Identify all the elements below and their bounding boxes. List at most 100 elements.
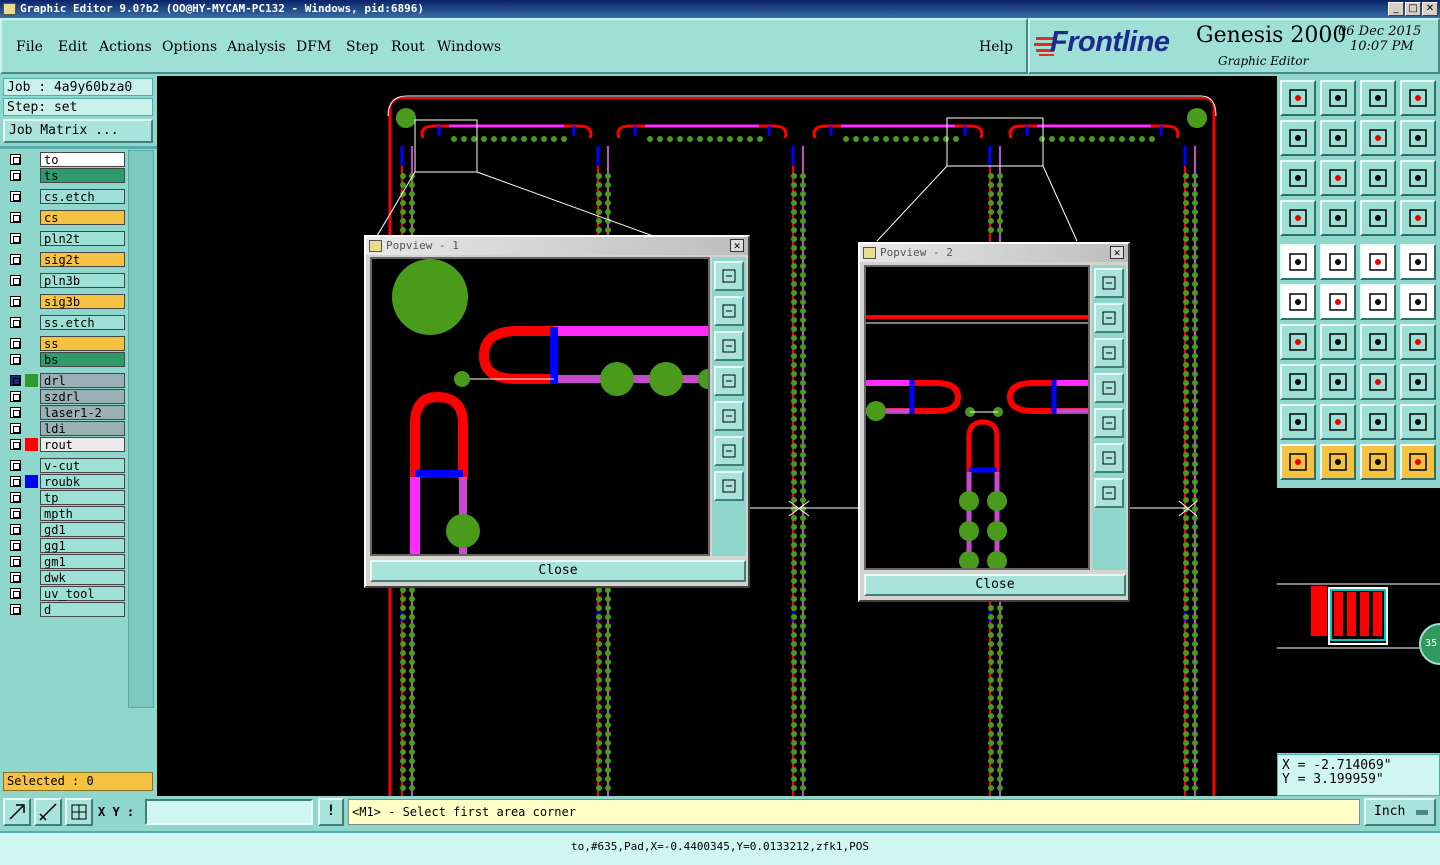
triangle-icon[interactable]: [1280, 404, 1316, 440]
pad-icon[interactable]: [1280, 244, 1316, 280]
reverse-icon[interactable]: [1360, 120, 1396, 156]
layer-name[interactable]: gg1: [40, 538, 125, 553]
layer-row-gm1[interactable]: gm1: [7, 554, 125, 569]
layer-name[interactable]: roubk: [40, 474, 125, 489]
layer-checkbox[interactable]: [10, 460, 21, 471]
vector-icon[interactable]: [1320, 244, 1356, 280]
layer-name[interactable]: mpth: [40, 506, 125, 521]
alert-icon[interactable]: !: [318, 798, 344, 826]
arch-alt-icon[interactable]: [1400, 404, 1436, 440]
pointer-icon[interactable]: [1280, 444, 1316, 480]
layer-row-gg1[interactable]: gg1: [7, 538, 125, 553]
layer-checkbox[interactable]: [10, 407, 21, 418]
route-icon[interactable]: [1400, 444, 1436, 480]
layer-checkbox[interactable]: [10, 338, 21, 349]
popview-tool-icon[interactable]: [1094, 303, 1124, 333]
right-arrow-icon[interactable]: [1320, 120, 1356, 156]
layer-checkbox[interactable]: [10, 572, 21, 583]
menu-analysis[interactable]: Analysis: [227, 39, 286, 55]
popview-tool-icon[interactable]: [714, 401, 744, 431]
popview-1-window[interactable]: Popview - 1 ✕ Close: [364, 235, 750, 588]
layer-row-tp[interactable]: tp: [7, 490, 125, 505]
popview-tool-icon[interactable]: [1094, 443, 1124, 473]
layer-row-ldi[interactable]: ldi: [7, 421, 125, 436]
maximize-button[interactable]: □: [1405, 2, 1421, 16]
popview-tool-icon[interactable]: [1094, 478, 1124, 508]
menu-help[interactable]: Help: [979, 39, 1013, 55]
help-icon[interactable]: [1400, 160, 1436, 196]
measure-icon[interactable]: [34, 798, 62, 826]
layer-row-d[interactable]: d: [7, 602, 125, 617]
grid-icon[interactable]: [1320, 200, 1356, 236]
house-icon[interactable]: [1360, 80, 1396, 116]
close-window-button[interactable]: ✕: [1422, 2, 1438, 16]
fiducial-pad[interactable]: [1187, 108, 1207, 128]
layer-checkbox[interactable]: [10, 540, 21, 551]
layer-row-mpth[interactable]: mpth: [7, 506, 125, 521]
layer-checkbox[interactable]: [10, 604, 21, 615]
layer-checkbox[interactable]: [10, 492, 21, 503]
scale-icon[interactable]: [1360, 160, 1396, 196]
layer-name[interactable]: ldi: [40, 421, 125, 436]
ruler-icon[interactable]: [1360, 244, 1396, 280]
layer-row-cs.etch[interactable]: cs.etch: [7, 189, 125, 204]
popview-2-close-x[interactable]: ✕: [1110, 246, 1124, 259]
cross-icon[interactable]: [1320, 284, 1356, 320]
layer-name[interactable]: bs: [40, 352, 125, 367]
slash-icon[interactable]: [1320, 324, 1356, 360]
pointer-rect-icon[interactable]: [1360, 444, 1396, 480]
layer-row-sig3b[interactable]: sig3b: [7, 294, 125, 309]
layer-checkbox[interactable]: [10, 254, 21, 265]
a-icon[interactable]: [1320, 404, 1356, 440]
net-alt-icon[interactable]: [1400, 200, 1436, 236]
layer-name[interactable]: d: [40, 602, 125, 617]
step-down-icon[interactable]: [1320, 80, 1356, 116]
layer-row-laser1-2[interactable]: laser1-2: [7, 405, 125, 420]
layer-row-drl[interactable]: drl: [7, 373, 125, 388]
net-icon[interactable]: [1360, 200, 1396, 236]
popview-2-window[interactable]: Popview - 2 ✕ Close: [858, 242, 1130, 602]
layer-checkbox[interactable]: [10, 275, 21, 286]
menu-windows[interactable]: Windows: [437, 39, 501, 55]
segment-icon[interactable]: [1320, 364, 1356, 400]
arch-icon[interactable]: [1360, 404, 1396, 440]
layer-row-to[interactable]: to: [7, 152, 125, 167]
connect-icon[interactable]: [1280, 284, 1316, 320]
layer-row-rout[interactable]: rout: [7, 437, 125, 452]
layer-row-v-cut[interactable]: v-cut: [7, 458, 125, 473]
popview-1-close-x[interactable]: ✕: [730, 239, 744, 252]
layer-row-szdrl[interactable]: szdrl: [7, 389, 125, 404]
layer-name[interactable]: sig3b: [40, 294, 125, 309]
popview-1-viewport[interactable]: [370, 257, 718, 556]
menu-step[interactable]: Step: [346, 39, 378, 55]
popview-1-close-button[interactable]: Close: [370, 560, 746, 582]
layer-list-scrollbar[interactable]: [128, 150, 154, 708]
menu-rout[interactable]: Rout: [391, 39, 425, 55]
layer-row-gd1[interactable]: gd1: [7, 522, 125, 537]
menu-options[interactable]: Options: [162, 39, 217, 55]
angle-icon[interactable]: [1280, 324, 1316, 360]
layer-checkbox[interactable]: [10, 354, 21, 365]
popview-tool-icon[interactable]: [714, 471, 744, 501]
minimize-button[interactable]: _: [1388, 2, 1404, 16]
layer-checkbox[interactable]: [10, 212, 21, 223]
center-icon[interactable]: [1320, 160, 1356, 196]
layer-name[interactable]: ss.etch: [40, 315, 125, 330]
layer-row-sig2t[interactable]: sig2t: [7, 252, 125, 267]
layer-checkbox[interactable]: [10, 588, 21, 599]
select-box-icon[interactable]: [1400, 244, 1436, 280]
split-icon[interactable]: [1400, 324, 1436, 360]
layer-row-uv_tool[interactable]: uv_tool: [7, 586, 125, 601]
layer-row-bs[interactable]: bs: [7, 352, 125, 367]
layer-checkbox[interactable]: [10, 296, 21, 307]
tools-icon[interactable]: [1280, 200, 1316, 236]
dimension-icon[interactable]: [1360, 364, 1396, 400]
layer-row-pln3b[interactable]: pln3b: [7, 273, 125, 288]
layer-row-ss[interactable]: ss: [7, 336, 125, 351]
fit-icon[interactable]: [1280, 160, 1316, 196]
layer-name[interactable]: drl: [40, 373, 125, 388]
popview-2-close-button[interactable]: Close: [864, 574, 1126, 596]
layer-checkbox[interactable]: [10, 317, 21, 328]
arrow-point-icon[interactable]: [1400, 284, 1436, 320]
popview-tool-icon[interactable]: [714, 261, 744, 291]
